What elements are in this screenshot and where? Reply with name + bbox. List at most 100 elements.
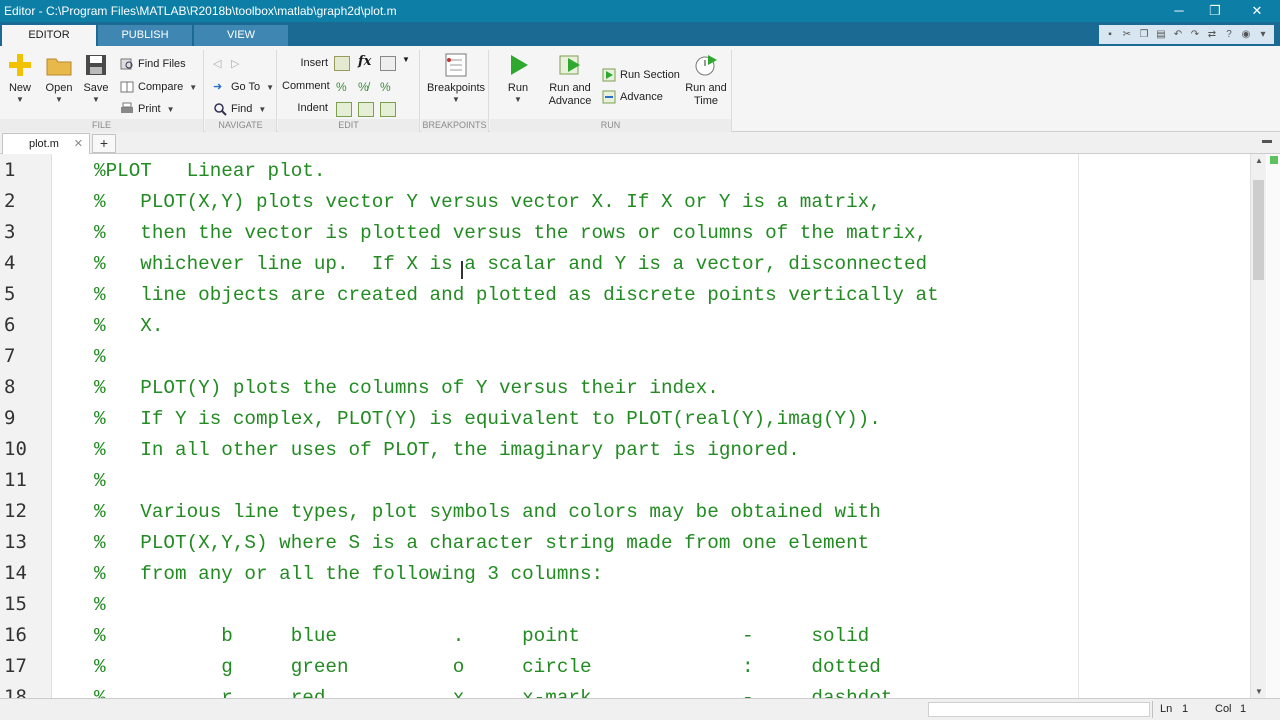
go-to-label: Go To xyxy=(231,81,261,93)
code-line[interactable]: % Various line types, plot symbols and c… xyxy=(94,501,881,523)
line-label: Ln xyxy=(1160,703,1173,715)
decrease-indent-icon[interactable] xyxy=(380,102,396,117)
run-and-time-button[interactable]: Run and Time xyxy=(682,52,730,108)
advance-button[interactable]: Advance xyxy=(602,88,663,106)
editor-options-icon[interactable]: ▬ xyxy=(1262,135,1272,146)
increase-indent-icon[interactable] xyxy=(358,102,374,117)
analyzer-status-icon[interactable] xyxy=(1270,156,1278,164)
paste-icon[interactable]: ▤ xyxy=(1154,28,1168,42)
find-button[interactable]: Find ▼ xyxy=(213,100,266,118)
insert-table-icon[interactable] xyxy=(380,56,396,71)
save-button[interactable]: Save ▼ xyxy=(80,52,112,105)
add-tab-button[interactable]: + xyxy=(92,134,116,153)
run-section-label: Run Section xyxy=(620,69,680,81)
find-files-button[interactable]: Find Files xyxy=(120,55,186,73)
line-number: 7 xyxy=(4,345,16,367)
document-tab-plot-m[interactable]: plot.m ✕ xyxy=(2,133,90,154)
redo-icon[interactable]: ↷ xyxy=(1188,28,1202,42)
comment-percent-icon[interactable]: % xyxy=(336,80,352,95)
go-to-button[interactable]: ➜ Go To ▼ xyxy=(213,78,274,96)
compare-label: Compare xyxy=(138,81,184,93)
horizontal-scrollbar[interactable] xyxy=(928,702,1150,717)
printer-icon xyxy=(120,102,134,116)
wrap-comments-icon[interactable]: % xyxy=(380,80,396,95)
scrollbar-thumb[interactable] xyxy=(1253,180,1264,280)
forward-icon: ▷ xyxy=(231,58,240,70)
print-button[interactable]: Print ▼ xyxy=(120,100,175,118)
open-dropdown-icon: ▼ xyxy=(55,95,63,104)
code-line[interactable]: % r red x x-mark -. dashdot xyxy=(94,687,892,698)
cut-icon[interactable]: ✂ xyxy=(1120,28,1134,42)
run-button[interactable]: Run ▼ xyxy=(500,52,536,105)
expand-icon[interactable]: ▾ xyxy=(1256,28,1270,42)
breakpoints-button[interactable]: Breakpoints ▼ xyxy=(425,52,487,105)
edit-section: Insert Comment Indent fx ▼ % %̸ % EDIT xyxy=(278,50,420,132)
code-line[interactable]: % X. xyxy=(94,315,163,337)
column-value: 1 xyxy=(1240,703,1247,715)
run-section-label: RUN xyxy=(490,119,731,132)
back-forward-buttons[interactable]: ◁ ▷ xyxy=(213,55,249,73)
scroll-up-icon[interactable]: ▲ xyxy=(1251,156,1267,165)
tab-view[interactable]: VIEW xyxy=(194,25,288,46)
breakpoints-icon xyxy=(442,52,470,78)
advance-label: Advance xyxy=(620,91,663,103)
restore-button[interactable]: ❐ xyxy=(1196,1,1234,21)
close-button[interactable]: ✕ xyxy=(1238,1,1276,21)
uncomment-icon[interactable]: %̸ xyxy=(358,80,374,95)
code-line[interactable]: % PLOT(X,Y,S) where S is a character str… xyxy=(94,532,869,554)
line-number: 15 xyxy=(4,593,27,615)
code-line[interactable]: % PLOT(X,Y) plots vector Y versus vector… xyxy=(94,191,881,213)
vertical-scrollbar[interactable]: ▲ ▼ xyxy=(1250,154,1266,698)
run-section-button[interactable]: Run Section xyxy=(602,66,680,84)
code-line[interactable]: % from any or all the following 3 column… xyxy=(94,563,603,585)
toolstrip: New ▼ Open ▼ Save ▼ Find Files Compare ▼ xyxy=(0,46,1280,132)
open-button[interactable]: Open ▼ xyxy=(42,52,76,105)
column-label: Col xyxy=(1215,703,1232,715)
breakpoints-label: Breakpoints xyxy=(426,82,486,94)
code-line[interactable]: % then the vector is plotted versus the … xyxy=(94,222,927,244)
code-analyzer-bar xyxy=(1267,154,1280,698)
switch-windows-icon[interactable]: ⇄ xyxy=(1205,28,1219,42)
insert-dropdown-icon[interactable]: ▼ xyxy=(402,55,418,70)
code-line[interactable]: % whichever line up. If X is a scalar an… xyxy=(94,253,927,275)
new-button[interactable]: New ▼ xyxy=(4,52,36,105)
undo-icon[interactable]: ↶ xyxy=(1171,28,1185,42)
right-margin-line xyxy=(1078,154,1079,698)
code-line[interactable]: %PLOT Linear plot. xyxy=(94,160,325,182)
insert-section-icon[interactable] xyxy=(334,56,350,71)
close-tab-icon[interactable]: ✕ xyxy=(74,137,83,150)
minimize-button[interactable]: ─ xyxy=(1160,1,1198,21)
scroll-down-icon[interactable]: ▼ xyxy=(1251,687,1267,696)
code-editor[interactable]: 1 2 3 4 5 6 7 8 9 10 11 12 13 14 15 16 17 18 %PLOT Linear… xyxy=(0,154,1250,698)
tab-editor[interactable]: EDITOR xyxy=(2,25,96,46)
quick-access-toolbar: ▪ ✂ ❐ ▤ ↶ ↷ ⇄ ? ◉ ▾ xyxy=(1099,25,1274,44)
window-title: Editor - C:\Program Files\MATLAB\R2018b\… xyxy=(4,4,397,18)
code-line[interactable]: % In all other uses of PLOT, the imagina… xyxy=(94,439,800,461)
compare-button[interactable]: Compare ▼ xyxy=(120,78,197,96)
tab-publish[interactable]: PUBLISH xyxy=(98,25,192,46)
line-number-gutter: 1 2 3 4 5 6 7 8 9 10 11 12 13 14 15 16 17 18 xyxy=(0,154,52,698)
insert-function-icon[interactable]: fx xyxy=(358,54,374,69)
insert-label: Insert xyxy=(300,57,328,69)
back-icon: ◁ xyxy=(213,58,222,70)
navigate-section: ◁ ▷ ➜ Go To ▼ Find ▼ NAVIGATE xyxy=(205,50,277,132)
help-icon[interactable]: ? xyxy=(1222,28,1236,42)
line-number: 10 xyxy=(4,438,27,460)
code-line[interactable]: % xyxy=(94,470,106,492)
find-files-icon xyxy=(120,57,134,71)
community-icon[interactable]: ◉ xyxy=(1239,28,1253,42)
save-icon[interactable]: ▪ xyxy=(1103,28,1117,42)
code-line[interactable]: % If Y is complex, PLOT(Y) is equivalent… xyxy=(94,408,881,430)
code-line[interactable]: % PLOT(Y) plots the columns of Y versus … xyxy=(94,377,719,399)
code-line[interactable]: % line objects are created and plotted a… xyxy=(94,284,939,306)
line-number: 1 xyxy=(4,159,16,181)
smart-indent-icon[interactable] xyxy=(336,102,352,117)
code-line[interactable]: % xyxy=(94,346,106,368)
code-line[interactable]: % b blue . point - solid xyxy=(94,625,869,647)
copy-icon[interactable]: ❐ xyxy=(1137,28,1151,42)
code-line[interactable]: % g green o circle : dotted xyxy=(94,656,881,678)
navigate-section-label: NAVIGATE xyxy=(205,119,276,132)
compare-icon xyxy=(120,80,134,94)
code-line[interactable]: % xyxy=(94,594,106,616)
run-and-advance-button[interactable]: Run and Advance xyxy=(546,52,594,108)
